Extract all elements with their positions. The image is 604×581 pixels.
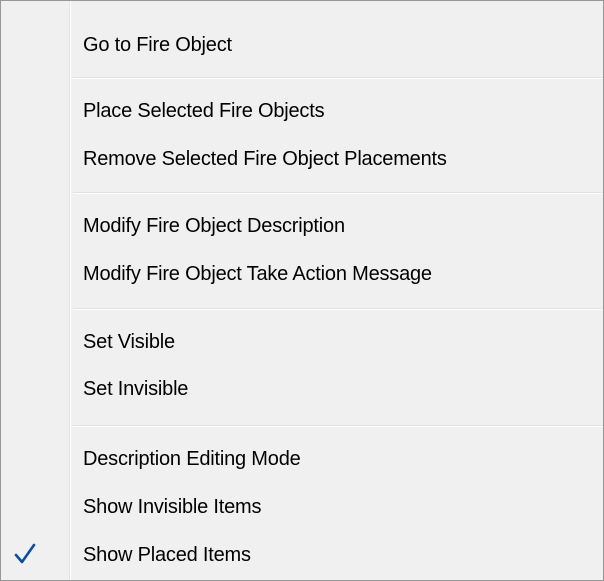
menu-separator <box>73 308 603 310</box>
menu-item-label: Set Visible <box>83 331 175 353</box>
menu-item-modify-fire-object-take-action-message[interactable]: Modify Fire Object Take Action Message <box>1 250 603 298</box>
menu-separator <box>73 425 603 427</box>
menu-item-label: Modify Fire Object Description <box>83 215 345 237</box>
menu-item-place-selected-fire-objects[interactable]: Place Selected Fire Objects <box>1 87 603 135</box>
menu-item-label: Description Editing Mode <box>83 448 301 470</box>
menu-item-label: Modify Fire Object Take Action Message <box>83 263 432 285</box>
check-icon <box>14 543 36 564</box>
menu-item-label: Set Invisible <box>83 378 189 400</box>
menu-item-label: Show Placed Items <box>83 544 251 566</box>
menu-item-show-placed-items[interactable]: Show Placed Items <box>1 531 603 579</box>
menu-item-label: Place Selected Fire Objects <box>83 100 325 122</box>
check-indicator <box>2 534 64 574</box>
menu-item-set-invisible[interactable]: Set Invisible <box>1 365 603 413</box>
menu-separator <box>73 77 603 79</box>
menu-item-label: Show Invisible Items <box>83 496 262 518</box>
menu-item-description-editing-mode[interactable]: Description Editing Mode <box>1 435 603 483</box>
menu-item-go-to-fire-object[interactable]: Go to Fire Object <box>1 21 603 69</box>
menu-item-label: Go to Fire Object <box>83 34 232 56</box>
menu-separator <box>73 192 603 194</box>
menu-item-modify-fire-object-description[interactable]: Modify Fire Object Description <box>1 202 603 250</box>
menu-item-label: Remove Selected Fire Object Placements <box>83 148 447 170</box>
context-menu: Go to Fire Object Place Selected Fire Ob… <box>0 0 604 581</box>
menu-item-set-visible[interactable]: Set Visible <box>1 318 603 366</box>
menu-item-remove-selected-fire-object-placements[interactable]: Remove Selected Fire Object Placements <box>1 135 603 183</box>
menu-item-show-invisible-items[interactable]: Show Invisible Items <box>1 483 603 531</box>
